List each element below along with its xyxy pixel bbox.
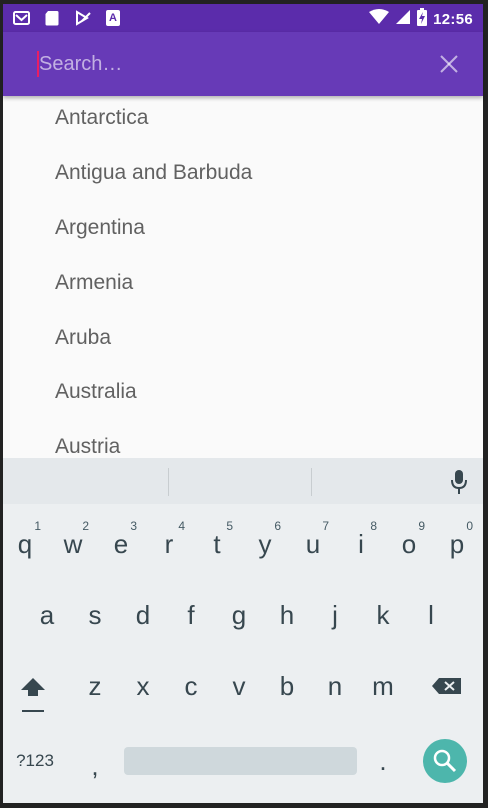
key-hint: 2 xyxy=(82,519,89,533)
key-hint: 5 xyxy=(226,519,233,533)
key-o[interactable]: o9 xyxy=(387,516,431,572)
list-item[interactable]: Austria xyxy=(55,435,120,458)
key-label: e xyxy=(113,529,129,559)
text-cursor xyxy=(37,51,39,77)
key-label: q xyxy=(17,529,33,559)
search-action-button[interactable] xyxy=(423,739,467,783)
key-u[interactable]: u7 xyxy=(291,516,335,572)
key-v[interactable]: v xyxy=(217,658,261,714)
sd-card-icon xyxy=(44,10,61,26)
key-z[interactable]: z xyxy=(73,658,117,714)
key-p[interactable]: p0 xyxy=(435,516,479,572)
key-label: y xyxy=(258,529,272,559)
key-hint: 0 xyxy=(466,519,473,533)
shift-icon xyxy=(21,678,45,712)
key-y[interactable]: y6 xyxy=(243,516,287,572)
space-key[interactable] xyxy=(124,747,357,775)
key-j[interactable]: j xyxy=(313,587,357,643)
strip-divider xyxy=(168,468,169,496)
key-g[interactable]: g xyxy=(217,587,261,643)
status-bar: A 12:56 xyxy=(3,4,483,32)
key-hint: 3 xyxy=(130,519,137,533)
shift-key[interactable] xyxy=(11,658,55,714)
key-label: o xyxy=(401,529,417,559)
key-e[interactable]: e3 xyxy=(99,516,143,572)
symbols-key[interactable]: ?123 xyxy=(13,733,57,789)
key-q[interactable]: q1 xyxy=(3,516,47,572)
key-i[interactable]: i8 xyxy=(339,516,383,572)
notification-icons: A xyxy=(13,10,120,26)
key-hint: 1 xyxy=(34,519,41,533)
a-icon-letter: A xyxy=(109,12,117,24)
key-l[interactable]: l xyxy=(409,587,453,643)
microphone-icon xyxy=(451,470,467,494)
key-x[interactable]: x xyxy=(121,658,165,714)
key-h[interactable]: h xyxy=(265,587,309,643)
key-s[interactable]: s xyxy=(73,587,117,643)
frame-border-bottom xyxy=(0,803,488,808)
status-time: 12:56 xyxy=(433,11,473,28)
key-label: p xyxy=(449,529,465,559)
soft-keyboard: q1 w2 e3 r4 t5 y6 u7 i8 o9 p0 a s d f g … xyxy=(3,458,483,803)
key-hint: 7 xyxy=(322,519,329,533)
key-w[interactable]: w2 xyxy=(51,516,95,572)
backspace-icon xyxy=(432,678,461,694)
list-item[interactable]: Australia xyxy=(55,380,137,404)
country-list: Antarctica Antigua and Barbuda Argentina… xyxy=(3,96,483,458)
key-hint: 4 xyxy=(178,519,185,533)
battery-charging-icon xyxy=(417,8,428,31)
key-b[interactable]: b xyxy=(265,658,309,714)
key-f[interactable]: f xyxy=(169,587,213,643)
search-icon xyxy=(433,749,457,773)
key-hint: 9 xyxy=(418,519,425,533)
list-item[interactable]: Aruba xyxy=(55,326,111,350)
comma-key[interactable]: , xyxy=(75,738,115,794)
backspace-key[interactable] xyxy=(425,658,469,714)
close-icon xyxy=(440,55,458,73)
gmail-icon xyxy=(13,10,30,26)
wifi-icon xyxy=(369,9,390,30)
frame-border-right xyxy=(483,0,488,808)
status-right-group: 12:56 xyxy=(369,8,473,31)
strip-divider xyxy=(311,468,312,496)
key-d[interactable]: d xyxy=(121,587,165,643)
list-item[interactable]: Armenia xyxy=(55,271,133,295)
search-input[interactable] xyxy=(37,50,419,78)
device-screen: A 12:56 Search… Antarctica Antigua and B… xyxy=(0,0,488,808)
key-k[interactable]: k xyxy=(361,587,405,643)
key-a[interactable]: a xyxy=(25,587,69,643)
key-label: w xyxy=(63,529,83,559)
list-item[interactable]: Antigua and Barbuda xyxy=(55,161,252,185)
list-item[interactable]: Antarctica xyxy=(55,106,148,130)
key-r[interactable]: r4 xyxy=(147,516,191,572)
close-search-button[interactable] xyxy=(435,50,463,78)
key-label: i xyxy=(358,529,364,559)
key-label: t xyxy=(213,529,221,559)
key-m[interactable]: m xyxy=(361,658,405,714)
key-t[interactable]: t5 xyxy=(195,516,239,572)
a-icon: A xyxy=(106,10,120,26)
list-item[interactable]: Argentina xyxy=(55,216,145,240)
key-hint: 6 xyxy=(274,519,281,533)
voice-input-button[interactable] xyxy=(449,468,469,496)
search-app-bar xyxy=(3,32,483,96)
key-label: u xyxy=(305,529,321,559)
key-c[interactable]: c xyxy=(169,658,213,714)
key-hint: 8 xyxy=(370,519,377,533)
flag-icon xyxy=(75,10,92,26)
key-label: r xyxy=(164,529,174,559)
signal-icon xyxy=(395,9,411,30)
period-key[interactable]: . xyxy=(363,733,403,789)
suggestion-strip xyxy=(3,458,483,504)
key-n[interactable]: n xyxy=(313,658,357,714)
